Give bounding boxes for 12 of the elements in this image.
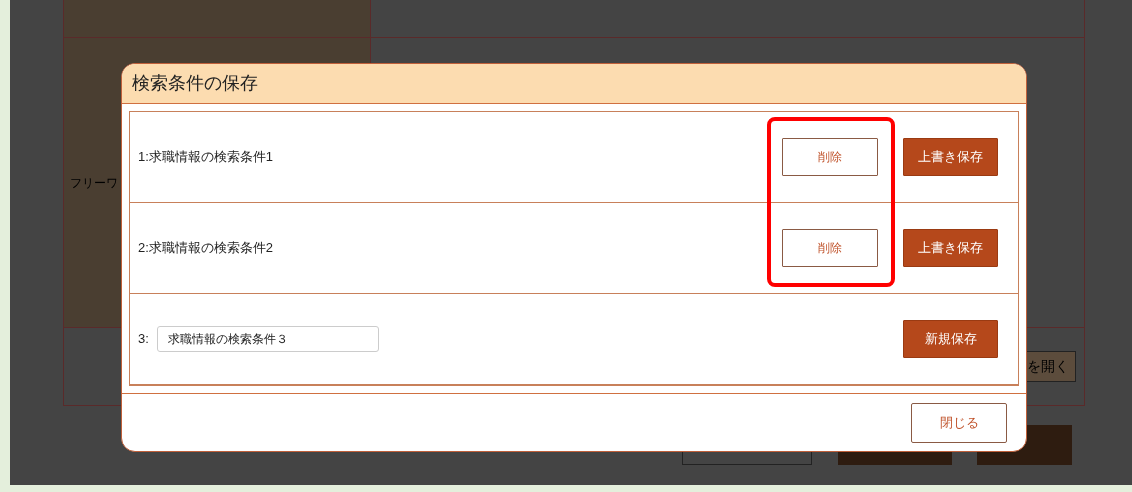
entry-label: 2:求職情報の検索条件2 bbox=[138, 239, 274, 258]
close-button[interactable]: 閉じる bbox=[911, 402, 1007, 443]
name-field[interactable]: 求職情報の検索条件３ bbox=[156, 326, 379, 352]
delete-button[interactable]: 削除 bbox=[782, 138, 878, 176]
entry-label: 1:求職情報の検索条件1 bbox=[138, 148, 274, 167]
overwrite-button[interactable]: 上書き保存 bbox=[903, 229, 998, 267]
entry-number: 3: bbox=[138, 330, 149, 349]
overwrite-button[interactable]: 上書き保存 bbox=[903, 138, 998, 176]
dialog-title: 検索条件の保存 bbox=[132, 72, 258, 95]
new-save-button[interactable]: 新規保存 bbox=[903, 320, 998, 358]
delete-button[interactable]: 削除 bbox=[782, 229, 878, 267]
row-label: フリーワ bbox=[70, 174, 118, 192]
